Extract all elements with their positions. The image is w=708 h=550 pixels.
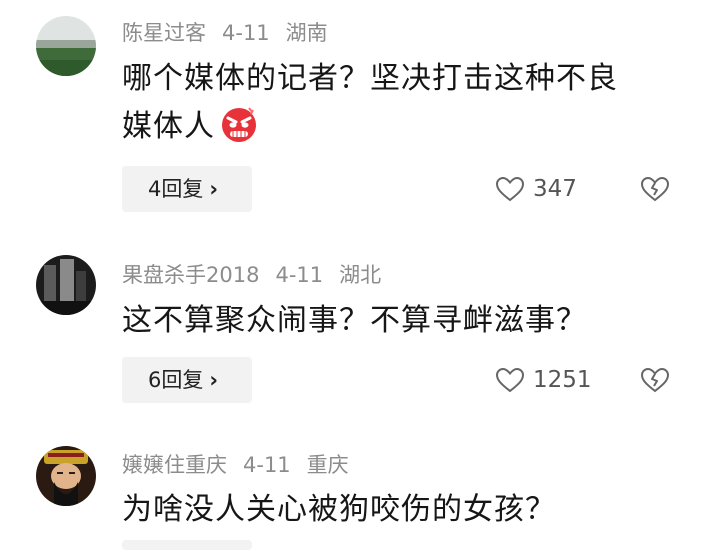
username[interactable]: 嬢嬢住重庆 <box>122 453 227 477</box>
comment-location: 湖北 <box>339 263 382 287</box>
username[interactable]: 陈星过客 <box>122 21 206 45</box>
comment-text-line: 哪个媒体的记者？坚决打击这种不良 <box>122 61 618 96</box>
comment-meta: 果盘杀手2018 4-11 湖北 <box>122 262 397 288</box>
view-replies-button[interactable]: 4回复 › <box>122 166 252 212</box>
avatar[interactable] <box>36 255 96 315</box>
avatar[interactable] <box>36 446 96 506</box>
comment-date: 4-11 <box>243 453 291 477</box>
comment-date: 4-11 <box>275 263 324 287</box>
comment-text: 这不算聚众闹事？不算寻衅滋事？ <box>122 297 682 345</box>
comment-text: 哪个媒体的记者？坚决打击这种不良 媒体人 <box>122 55 682 159</box>
like-button[interactable]: 1251 <box>495 357 592 403</box>
reply-count: 4回复 <box>148 177 204 201</box>
dislike-button[interactable] <box>639 357 671 403</box>
broken-heart-icon <box>640 176 670 202</box>
angry-face-icon <box>219 104 259 159</box>
comment-text: 为啥没人关心被狗咬伤的女孩？ <box>122 486 682 534</box>
comment-location: 重庆 <box>306 453 349 477</box>
chevron-right-icon: › <box>209 177 219 201</box>
view-replies-button[interactable]: 6回复 › <box>122 357 252 403</box>
avatar[interactable] <box>36 16 96 76</box>
comment-date: 4-11 <box>222 21 270 45</box>
like-button[interactable]: 347 <box>495 166 577 212</box>
comment-text-line: 这不算聚众闹事？不算寻衅滋事？ <box>122 303 587 338</box>
broken-heart-icon <box>640 367 670 393</box>
like-count: 347 <box>533 176 577 202</box>
comment-meta: 嬢嬢住重庆 4-11 重庆 <box>122 452 365 478</box>
comment-text-line: 为啥没人关心被狗咬伤的女孩？ <box>122 492 556 527</box>
view-replies-button[interactable] <box>122 540 252 550</box>
username[interactable]: 果盘杀手2018 <box>122 263 259 287</box>
comment-location: 湖南 <box>285 21 328 45</box>
chevron-right-icon: › <box>209 368 219 392</box>
like-count: 1251 <box>533 367 592 393</box>
heart-outline-icon <box>495 176 525 202</box>
reply-count: 6回复 <box>148 368 204 392</box>
heart-outline-icon <box>495 367 525 393</box>
dislike-button[interactable] <box>639 166 671 212</box>
comment-text-line: 媒体人 <box>122 103 682 159</box>
comment-meta: 陈星过客 4-11 湖南 <box>122 20 344 46</box>
